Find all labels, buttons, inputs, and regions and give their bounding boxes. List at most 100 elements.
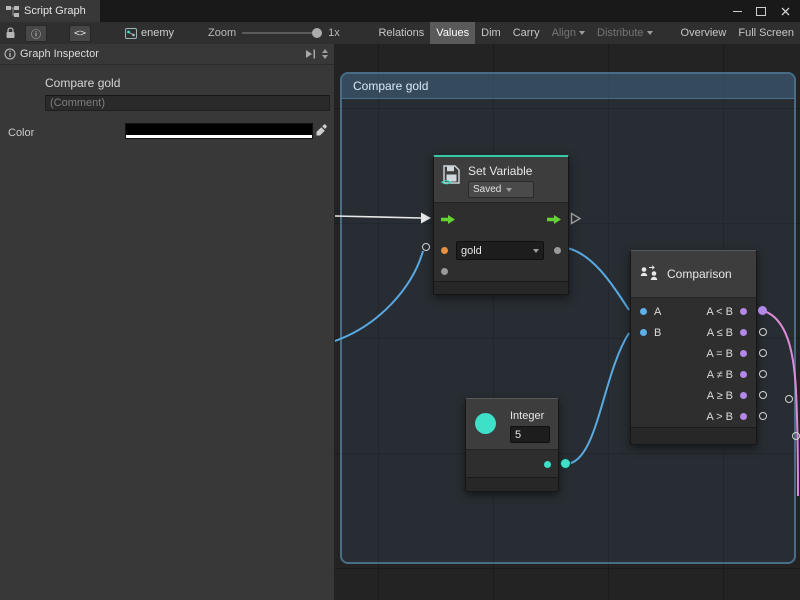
node-comparison[interactable]: Comparison A A < B B A ≤ B [630,250,757,445]
comparison-header[interactable]: Comparison [631,251,756,298]
output-a-gte-b-port[interactable] [740,392,747,399]
integer-type-icon [475,413,496,434]
setvar-left-port[interactable] [422,243,430,251]
output-a-gt-b-port[interactable] [740,413,747,420]
graph-canvas[interactable]: Compare gold <> Set Variable [335,44,800,600]
full-screen-button[interactable]: Full Screen [732,22,800,44]
node-footer [631,427,756,444]
comment-input[interactable] [45,95,330,111]
overview-button[interactable]: Overview [675,22,733,44]
carry-button[interactable]: Carry [507,22,546,44]
flow-continue-port[interactable] [570,212,582,225]
integer-output-dot[interactable] [544,461,551,468]
node-integer[interactable]: Integer 5 [465,398,559,492]
output-a-less-b-port[interactable] [740,308,747,315]
comparison-out-port[interactable] [759,391,767,399]
comparison-out-port[interactable] [759,370,767,378]
comparison-row: A ≥ B [631,385,756,406]
eyedropper-button[interactable] [314,123,328,137]
variable-name-port[interactable] [441,247,448,254]
color-swatch[interactable] [125,123,313,139]
chevron-down-icon [506,188,512,192]
inspector-header-controls [305,49,330,59]
integer-value-input[interactable]: 5 [510,426,550,443]
zoom-label: Zoom [208,27,236,39]
group-title: Compare gold [353,79,428,93]
zoom-slider[interactable] [242,28,322,38]
graph-inspector-header[interactable]: Graph Inspector [0,44,334,65]
chevron-down-icon [533,249,539,253]
script-graph-icon [6,6,19,17]
maximize-button[interactable] [754,0,768,22]
toolbar-buttons: Relations Values Dim Carry Align Distrib… [372,22,800,44]
close-icon [781,7,790,16]
integer-output-port[interactable] [561,459,570,468]
output-a-eq-b-port[interactable] [740,350,747,357]
distribute-button[interactable]: Distribute [591,22,658,44]
graph-toolbar: ⓘ <> enemy Zoom 1x Relations Values [0,22,800,45]
code-icon: <> [74,28,86,39]
relations-button[interactable]: Relations [372,22,430,44]
comparison-row: B A ≤ B [631,322,756,343]
edge-port[interactable] [785,395,793,403]
set-variable-title: Set Variable [468,164,532,178]
align-button[interactable]: Align [546,22,591,44]
dim-button[interactable]: Dim [475,22,507,44]
chevron-down-icon [647,31,653,35]
code-view-button[interactable]: <> [69,25,91,42]
minimize-icon [733,11,742,12]
scroll-up-icon [322,49,328,53]
zoom-slider-knob[interactable] [312,28,322,38]
info-icon [4,48,16,60]
output-a-neq-b-port[interactable] [740,371,747,378]
comparison-out-port[interactable] [759,349,767,357]
script-graph-window: Script Graph ⓘ <> [0,0,800,600]
inspector-toggle-button[interactable]: ⓘ [25,25,47,42]
values-button[interactable]: Values [430,22,475,44]
flow-input-port[interactable] [441,214,456,225]
set-variable-header[interactable]: <> Set Variable Saved [434,157,568,203]
comparison-title: Comparison [667,267,732,281]
close-button[interactable] [778,0,792,22]
integer-header[interactable]: Integer 5 [466,399,558,450]
comparison-out-port[interactable] [759,412,767,420]
value-input-port[interactable] [441,268,448,275]
maximize-icon [756,7,766,16]
output-a-lte-b-port[interactable] [740,329,747,336]
scroll-down-icon [322,55,328,59]
chevron-down-icon [579,31,585,35]
variable-select-dropdown[interactable]: gold [456,241,544,260]
breadcrumb[interactable]: enemy [125,27,174,39]
collapse-panel-icon[interactable] [305,49,316,59]
flow-output-port[interactable] [547,214,562,225]
tab-script-graph[interactable]: Script Graph [0,0,100,22]
scroll-arrows[interactable] [322,49,328,59]
zoom-control: Zoom 1x [208,27,340,39]
comparison-icon [639,265,660,284]
variable-kind-dropdown[interactable]: Saved [468,181,534,198]
value-output-port[interactable] [554,247,561,254]
edge-port[interactable] [792,432,800,440]
node-footer [434,281,568,294]
title-bar: Script Graph [0,0,800,22]
lock-button[interactable] [0,22,21,44]
tab-title: Script Graph [24,5,86,17]
node-footer [466,477,558,491]
lock-icon [5,27,16,39]
toolbar-spacer [659,22,675,44]
graph-inspector-panel: Graph Inspector Compare gold Color [0,44,335,600]
graph-asset-icon [125,28,137,39]
comparison-row: A = B [631,343,756,364]
node-set-variable[interactable]: <> Set Variable Saved gold [433,155,569,295]
comparison-out-port[interactable] [759,328,767,336]
comparison-out-port-connected[interactable] [758,306,767,315]
info-icon: ⓘ [31,26,41,41]
graph-title: Compare gold [45,76,120,90]
group-header[interactable]: Compare gold [342,74,794,99]
input-a-port[interactable] [640,308,647,315]
zoom-slider-track[interactable] [242,32,322,34]
eyedropper-icon [315,124,328,137]
zoom-value: 1x [328,27,340,39]
input-b-port[interactable] [640,329,647,336]
minimize-button[interactable] [730,0,744,22]
